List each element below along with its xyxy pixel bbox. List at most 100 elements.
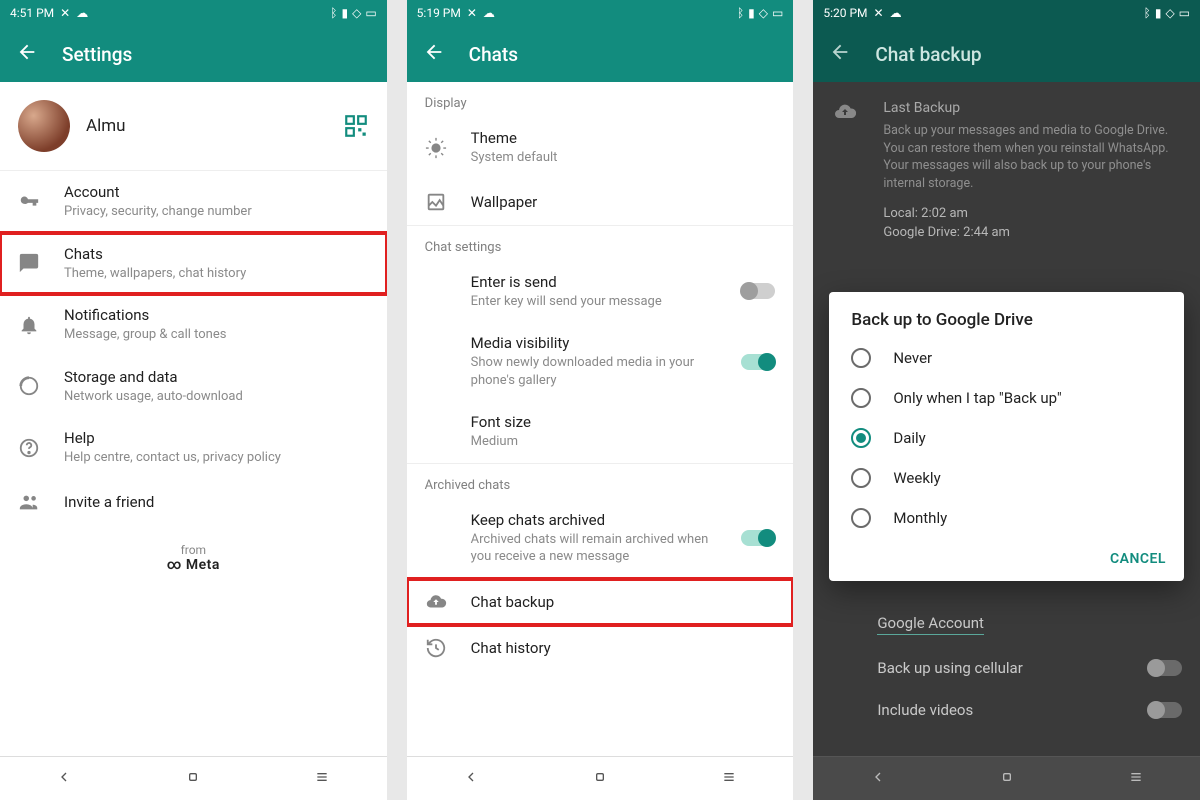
signal-icon: ▮ (1155, 6, 1162, 20)
nav-recent-icon[interactable] (721, 769, 737, 789)
bell-icon (18, 314, 40, 336)
label: Notifications (64, 306, 369, 324)
cloud-upload-icon (425, 591, 447, 613)
nav-recent-icon[interactable] (314, 769, 330, 789)
content: Last Backup Back up your messages and me… (813, 82, 1200, 756)
nav-home-icon[interactable] (592, 769, 608, 789)
sublabel: Help centre, contact us, privacy policy (64, 449, 369, 467)
clock: 5:20 PM (823, 6, 867, 20)
label: Storage and data (64, 368, 369, 386)
dnd-icon: ✕ (60, 6, 70, 20)
settings-item-account[interactable]: AccountPrivacy, security, change number (0, 171, 387, 233)
toggle-videos[interactable] (1148, 702, 1182, 718)
dialog-backup-frequency: Back up to Google Drive Never Only when … (829, 292, 1184, 581)
screen-chat-backup: 5:20 PM✕☁ ᛒ▮◇▭ Chat backup Last Backup B… (813, 0, 1200, 800)
sublabel: Show newly downloaded media in your phon… (471, 354, 718, 389)
settings-item-chats[interactable]: ChatsTheme, wallpapers, chat history (0, 233, 387, 295)
local-backup-time: Local: 2:02 am (813, 204, 1200, 223)
status-bar: 5:20 PM✕☁ ᛒ▮◇▭ (813, 0, 1200, 26)
label: Invite a friend (64, 493, 369, 511)
settings-item-notifications[interactable]: NotificationsMessage, group & call tones (0, 294, 387, 356)
dialog-title: Back up to Google Drive (829, 310, 1184, 338)
radio-label: Monthly (893, 509, 947, 527)
sublabel: Theme, wallpapers, chat history (64, 265, 369, 283)
radio-option-manual[interactable]: Only when I tap "Back up" (829, 378, 1184, 418)
settings-item-invite[interactable]: Invite a friend (0, 479, 387, 525)
nav-recent-icon[interactable] (1128, 769, 1144, 789)
weather-icon: ☁ (890, 6, 902, 20)
qr-icon[interactable] (343, 113, 369, 139)
back-icon[interactable] (829, 41, 851, 67)
cancel-button[interactable]: CANCEL (1110, 551, 1166, 567)
battery-icon: ▭ (1179, 6, 1190, 20)
radio-label: Daily (893, 429, 925, 447)
toggle-media-visibility[interactable] (741, 354, 775, 370)
row-include-videos[interactable]: Include videos (813, 689, 1200, 731)
theme-icon (425, 137, 447, 159)
label: Chat history (471, 639, 776, 657)
meta-label: Meta (186, 557, 220, 573)
sublabel: Privacy, security, change number (64, 203, 369, 221)
radio-icon (851, 468, 871, 488)
settings-item-help[interactable]: HelpHelp centre, contact us, privacy pol… (0, 417, 387, 479)
radio-option-weekly[interactable]: Weekly (829, 458, 1184, 498)
from-label: from (0, 543, 387, 557)
nav-back-icon[interactable] (870, 769, 886, 789)
chat-icon (18, 252, 40, 274)
toggle-keep-archived[interactable] (741, 530, 775, 546)
bluetooth-icon: ᛒ (330, 6, 337, 20)
back-icon[interactable] (16, 41, 38, 67)
nav-home-icon[interactable] (185, 769, 201, 789)
row-google-account[interactable]: Google Account (813, 602, 1200, 647)
screen-settings: 4:51 PM ✕ ☁ ᛒ ▮ ◇ ▭ Settings Almu Accoun… (0, 0, 387, 800)
weather-icon: ☁ (76, 6, 88, 20)
wifi-icon: ◇ (759, 6, 768, 20)
help-icon (18, 437, 40, 459)
profile-name: Almu (86, 116, 327, 136)
screen-chats: 5:19 PM✕☁ ᛒ▮◇▭ Chats Display ThemeSystem… (407, 0, 794, 800)
navigation-bar (813, 756, 1200, 800)
row-theme[interactable]: ThemeSystem default (407, 117, 794, 179)
nav-home-icon[interactable] (999, 769, 1015, 789)
row-enter-is-send[interactable]: Enter is sendEnter key will send your me… (407, 261, 794, 323)
nav-back-icon[interactable] (56, 769, 72, 789)
navigation-bar (407, 756, 794, 800)
toggle-enter-send[interactable] (741, 283, 775, 299)
label: Media visibility (471, 334, 718, 352)
section-display: Display (407, 82, 794, 117)
radio-option-never[interactable]: Never (829, 338, 1184, 378)
radio-icon (851, 348, 871, 368)
signal-icon: ▮ (341, 6, 348, 20)
people-icon (18, 491, 40, 513)
meta-logo-icon: ∞ (167, 557, 186, 573)
row-chat-backup[interactable]: Chat backup (407, 579, 794, 625)
app-bar: Chats (407, 26, 794, 82)
radio-icon (851, 388, 871, 408)
radio-option-monthly[interactable]: Monthly (829, 498, 1184, 538)
radio-icon (851, 428, 871, 448)
content: Display ThemeSystem default Wallpaper Ch… (407, 82, 794, 756)
label: Include videos (877, 701, 1124, 719)
settings-item-storage[interactable]: Storage and dataNetwork usage, auto-down… (0, 356, 387, 418)
row-wallpaper[interactable]: Wallpaper (407, 179, 794, 225)
label: Chat backup (471, 593, 776, 611)
row-media-visibility[interactable]: Media visibility Show newly downloaded me… (407, 322, 794, 401)
back-icon[interactable] (423, 41, 445, 67)
row-keep-archived[interactable]: Keep chats archivedArchived chats will r… (407, 499, 794, 578)
row-font-size[interactable]: Font sizeMedium (407, 401, 794, 463)
last-backup-label: Last Backup (813, 82, 1200, 118)
dnd-icon: ✕ (467, 6, 477, 20)
toggle-cellular[interactable] (1148, 660, 1182, 676)
clock: 4:51 PM (10, 6, 54, 20)
label: Back up using cellular (877, 659, 1124, 677)
label: Enter is send (471, 273, 718, 291)
clock: 5:19 PM (417, 6, 461, 20)
signal-icon: ▮ (748, 6, 755, 20)
nav-back-icon[interactable] (463, 769, 479, 789)
row-chat-history[interactable]: Chat history (407, 625, 794, 671)
label: Wallpaper (471, 193, 776, 211)
profile-row[interactable]: Almu (0, 82, 387, 170)
row-cellular[interactable]: Back up using cellular (813, 647, 1200, 689)
radio-option-daily[interactable]: Daily (829, 418, 1184, 458)
navigation-bar (0, 756, 387, 800)
